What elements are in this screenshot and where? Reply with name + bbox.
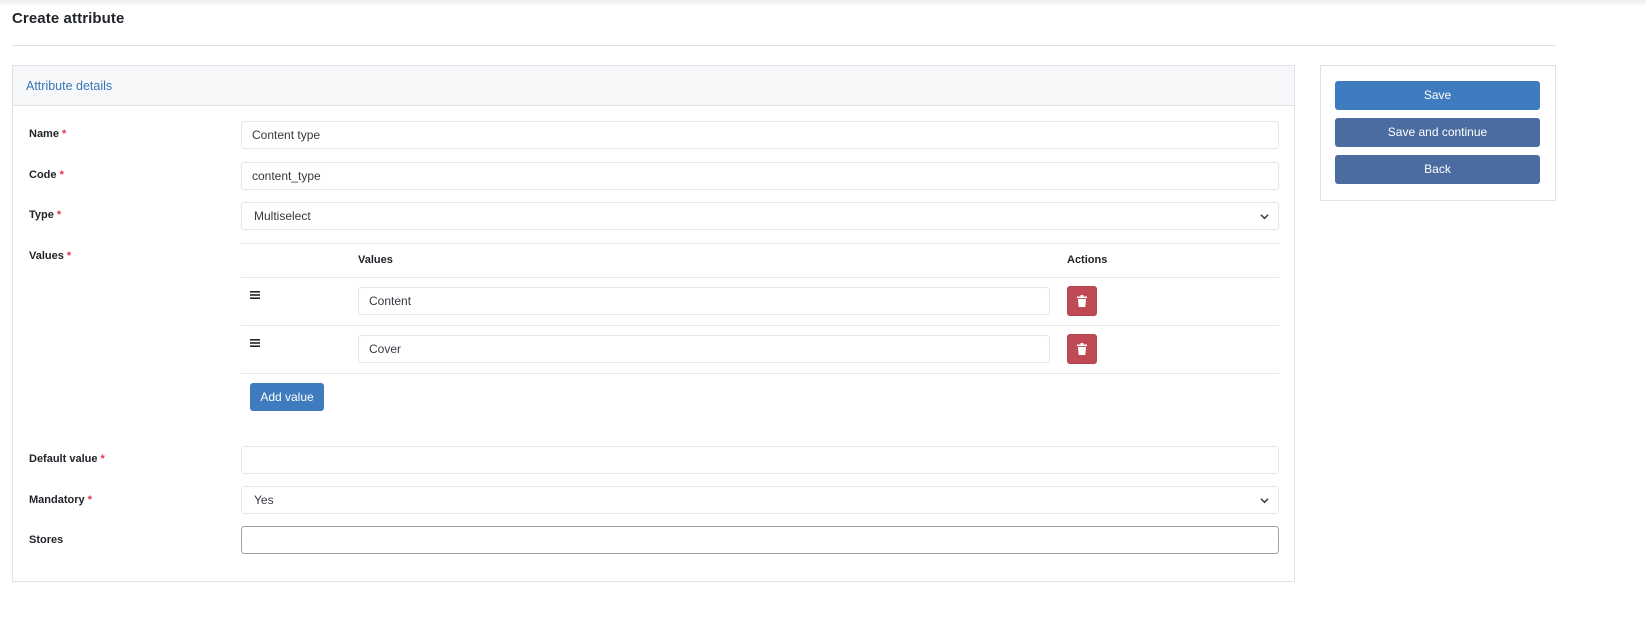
delete-value-button[interactable] bbox=[1067, 286, 1097, 316]
required-marker: * bbox=[87, 494, 92, 506]
chevron-down-icon bbox=[1260, 214, 1269, 220]
required-marker: * bbox=[62, 128, 67, 140]
stores-label: Stores bbox=[29, 534, 64, 546]
name-input[interactable]: Content type bbox=[241, 121, 1279, 149]
default-value-input[interactable] bbox=[241, 446, 1279, 474]
title-divider bbox=[12, 45, 1556, 46]
code-label: Code * bbox=[29, 169, 64, 181]
trash-icon bbox=[1077, 295, 1087, 307]
code-input[interactable]: content_type bbox=[241, 162, 1279, 190]
page-title: Create attribute bbox=[12, 10, 125, 27]
back-button[interactable]: Back bbox=[1335, 155, 1540, 184]
type-select-value: Multiselect bbox=[254, 209, 311, 223]
values-label: Values * bbox=[29, 250, 71, 262]
values-label-text: Values bbox=[29, 250, 64, 262]
chevron-down-icon bbox=[1260, 498, 1269, 504]
table-rule bbox=[241, 277, 1279, 278]
value-input[interactable]: Cover bbox=[358, 335, 1050, 363]
type-select[interactable]: Multiselect bbox=[241, 202, 1279, 230]
name-label: Name * bbox=[29, 128, 66, 140]
required-marker: * bbox=[66, 250, 72, 262]
trash-icon bbox=[1077, 343, 1087, 355]
stores-input[interactable] bbox=[241, 526, 1279, 554]
actions-panel: Save Save and continue Back bbox=[1320, 65, 1556, 201]
value-input[interactable]: Content bbox=[358, 287, 1050, 315]
mandatory-select-value: Yes bbox=[254, 493, 274, 507]
actions-column-header: Actions bbox=[1067, 254, 1108, 266]
table-rule bbox=[241, 325, 1279, 326]
required-marker: * bbox=[56, 209, 62, 221]
mandatory-label-text: Mandatory bbox=[29, 494, 85, 506]
add-value-button[interactable]: Add value bbox=[250, 383, 324, 411]
required-marker: * bbox=[59, 169, 64, 181]
save-and-continue-button[interactable]: Save and continue bbox=[1335, 118, 1540, 147]
card-header: Attribute details bbox=[13, 66, 1294, 106]
name-label-text: Name bbox=[29, 128, 59, 140]
type-label-text: Type bbox=[29, 209, 54, 221]
top-shadow bbox=[0, 0, 1646, 6]
type-label: Type * bbox=[29, 209, 61, 221]
default-value-label-text: Default value bbox=[29, 453, 98, 465]
mandatory-select[interactable]: Yes bbox=[241, 486, 1279, 514]
table-rule bbox=[241, 243, 1279, 244]
values-column-header: Values bbox=[358, 254, 393, 266]
attribute-details-card: Attribute details Name * Content type Co… bbox=[12, 65, 1295, 582]
drag-handle-icon[interactable] bbox=[250, 291, 260, 299]
code-label-text: Code bbox=[29, 169, 57, 181]
default-value-label: Default value * bbox=[29, 453, 105, 465]
required-marker: * bbox=[100, 453, 105, 465]
save-button[interactable]: Save bbox=[1335, 81, 1540, 110]
drag-handle-icon[interactable] bbox=[250, 339, 260, 347]
mandatory-label: Mandatory * bbox=[29, 494, 92, 506]
table-rule bbox=[241, 373, 1279, 374]
delete-value-button[interactable] bbox=[1067, 334, 1097, 364]
